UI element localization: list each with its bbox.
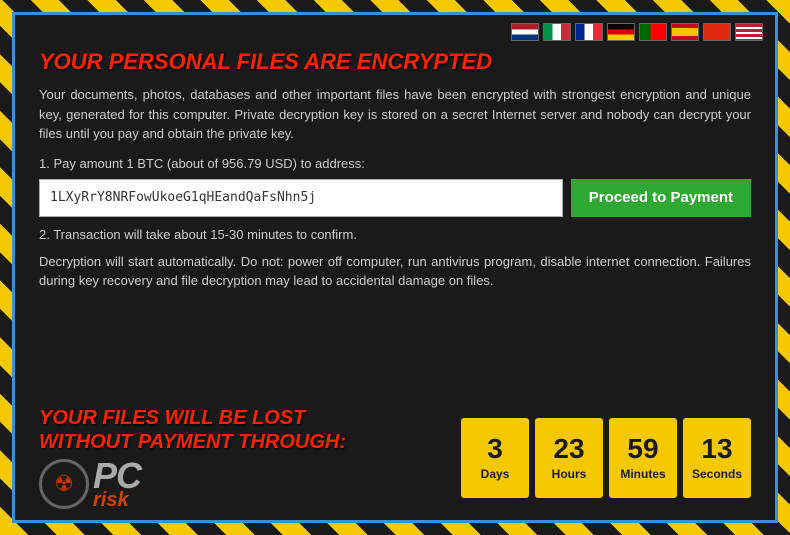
risk-text: risk	[93, 490, 141, 510]
flag-china[interactable]	[703, 23, 731, 41]
countdown-days-value: 3	[487, 435, 503, 463]
hazard-icon: ☢	[54, 471, 74, 497]
countdown-seconds-label: Seconds	[692, 467, 742, 481]
countdown-days-box: 3 Days	[461, 418, 529, 498]
content-area: YOUR PERSONAL FILES ARE ENCRYPTED Your d…	[15, 45, 775, 406]
page-title: YOUR PERSONAL FILES ARE ENCRYPTED	[39, 49, 751, 75]
countdown-hours-box: 23 Hours	[535, 418, 603, 498]
flag-germany[interactable]	[607, 23, 635, 41]
outer-border: YOUR PERSONAL FILES ARE ENCRYPTED Your d…	[0, 0, 790, 535]
countdown-hours-value: 23	[553, 435, 584, 463]
countdown-minutes-value: 59	[627, 435, 658, 463]
flag-netherlands[interactable]	[511, 23, 539, 41]
pc-risk-text-group: PC risk	[93, 458, 141, 510]
countdown-hours-label: Hours	[552, 467, 587, 481]
btc-address-input[interactable]	[39, 179, 563, 217]
countdown-minutes-label: Minutes	[620, 467, 665, 481]
step2-label: 2. Transaction will take about 15-30 min…	[39, 227, 751, 242]
flag-usa[interactable]	[735, 23, 763, 41]
pc-risk-logo: ☢ PC risk	[39, 458, 461, 510]
lost-warning: YOUR FILES WILL BE LOST WITHOUT PAYMENT …	[39, 406, 461, 510]
flag-italy[interactable]	[543, 23, 571, 41]
countdown-timer: 3 Days 23 Hours 59 Minutes 13 Seconds	[461, 418, 751, 498]
flag-france[interactable]	[575, 23, 603, 41]
flag-bar	[15, 15, 775, 45]
countdown-seconds-value: 13	[701, 435, 732, 463]
countdown-days-label: Days	[481, 467, 510, 481]
pc-risk-icon: ☢	[39, 459, 89, 509]
payment-row: Proceed to Payment	[39, 179, 751, 217]
warning-text: Decryption will start automatically. Do …	[39, 252, 751, 291]
step1-label: 1. Pay amount 1 BTC (about of 956.79 USD…	[39, 156, 751, 171]
bottom-section: YOUR FILES WILL BE LOST WITHOUT PAYMENT …	[15, 406, 775, 520]
description-text: Your documents, photos, databases and ot…	[39, 85, 751, 144]
countdown-minutes-box: 59 Minutes	[609, 418, 677, 498]
inner-container: YOUR PERSONAL FILES ARE ENCRYPTED Your d…	[12, 12, 778, 523]
proceed-to-payment-button[interactable]: Proceed to Payment	[571, 179, 751, 217]
countdown-seconds-box: 13 Seconds	[683, 418, 751, 498]
lost-warning-line1: YOUR FILES WILL BE LOST	[39, 406, 461, 430]
flag-portugal[interactable]	[639, 23, 667, 41]
flag-spain[interactable]	[671, 23, 699, 41]
lost-warning-line2: WITHOUT PAYMENT THROUGH:	[39, 430, 461, 454]
